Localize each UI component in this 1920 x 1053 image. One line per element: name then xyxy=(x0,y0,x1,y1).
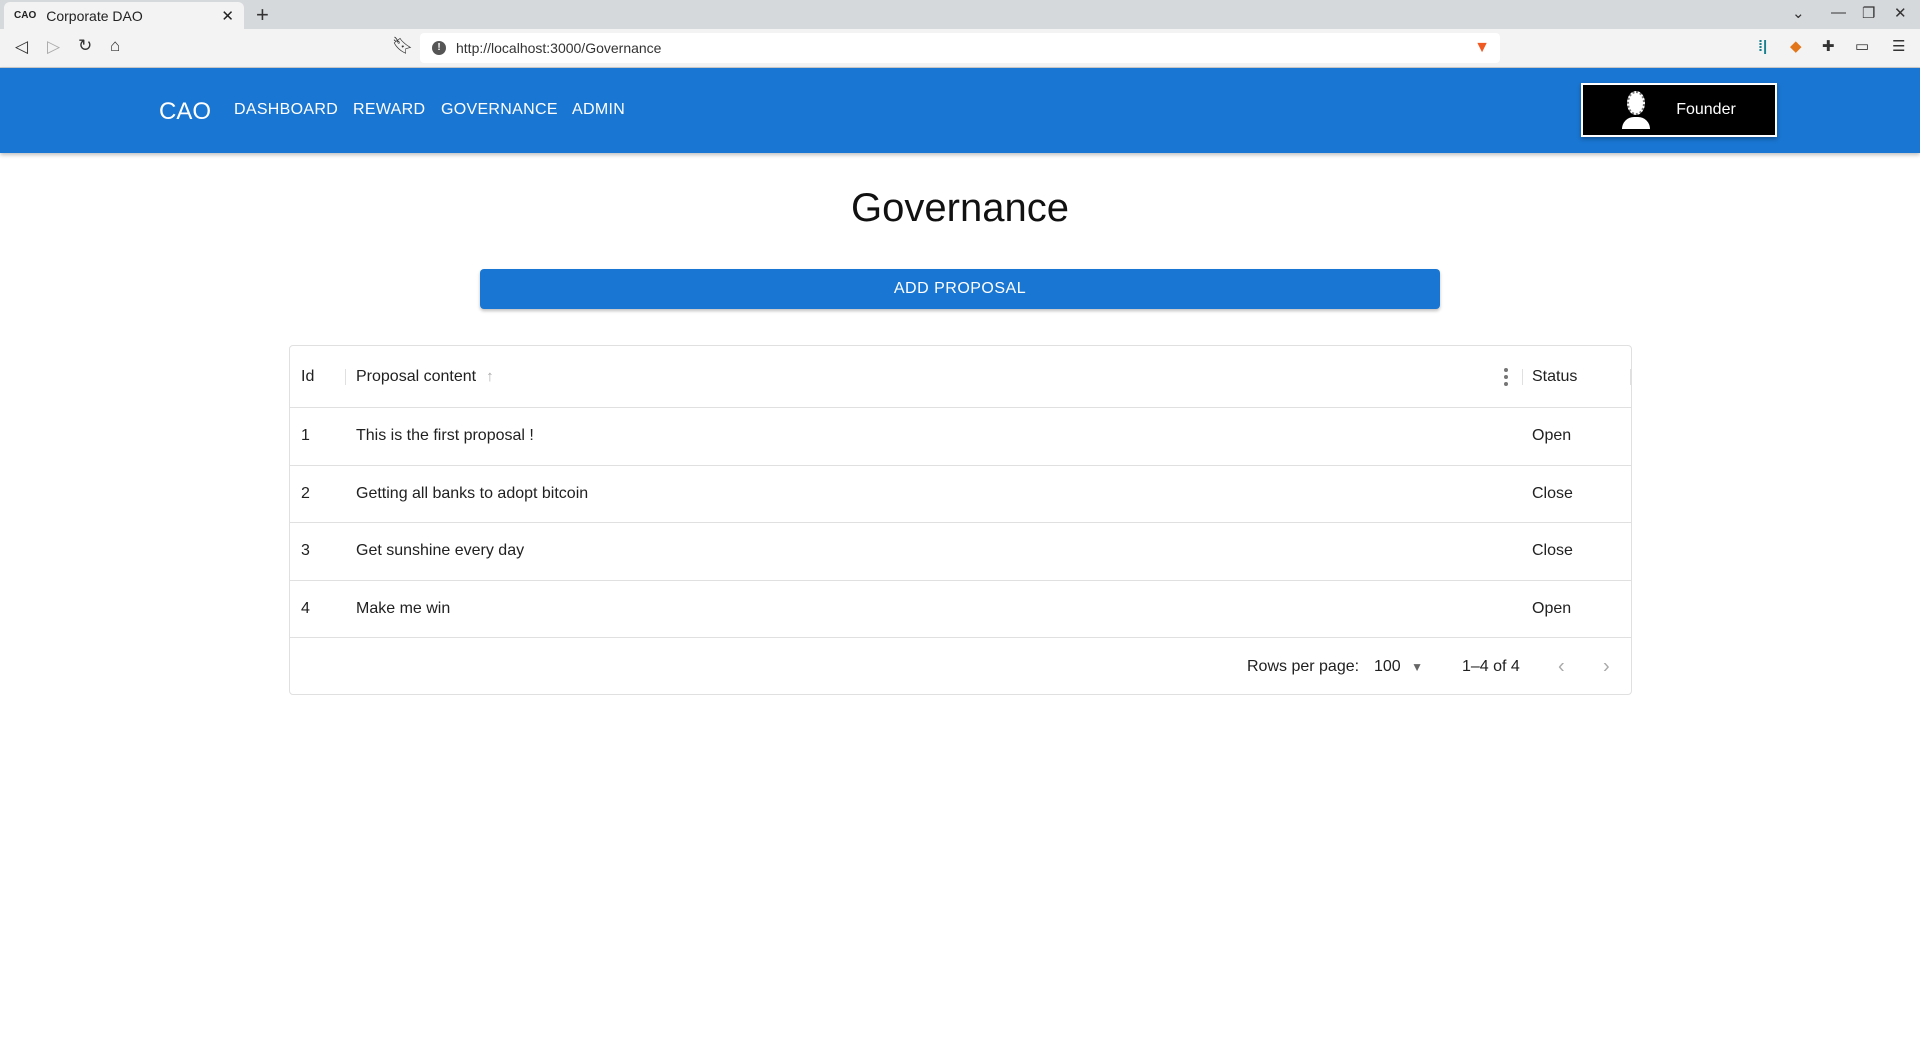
site-info-icon[interactable]: ! xyxy=(432,41,446,55)
nav-dashboard[interactable]: DASHBOARD xyxy=(234,101,338,119)
metamask-icon[interactable]: ◆ xyxy=(1790,37,1802,55)
extensions-puzzle-icon[interactable]: ✚ xyxy=(1822,37,1835,55)
pagination-range: 1–4 of 4 xyxy=(1462,657,1520,675)
account-button[interactable]: Founder xyxy=(1581,83,1777,137)
next-page-icon[interactable]: › xyxy=(1603,655,1610,678)
column-header-id[interactable]: Id xyxy=(301,368,314,386)
column-header-proposal-content[interactable]: Proposal content ↑ xyxy=(356,368,494,386)
cell-id: 1 xyxy=(301,427,310,445)
cell-content: Make me win xyxy=(356,599,451,617)
browser-toolbar: ◁ ▷ ↻ ⌂ 🔖︎ ! http://localhost:3000/Gover… xyxy=(0,29,1920,68)
proposals-table: Id Proposal content ↑ Status 1 This is th… xyxy=(289,345,1632,695)
avatar xyxy=(1622,91,1651,129)
cell-id: 2 xyxy=(301,484,310,502)
menu-icon[interactable]: ☰ xyxy=(1892,37,1905,55)
brave-shield-icon[interactable]: ▼ xyxy=(1474,39,1490,57)
restore-icon[interactable]: ❐ xyxy=(1862,4,1875,22)
nav-reward[interactable]: REWARD xyxy=(353,101,425,119)
app-bar: CAO DASHBOARD REWARD GOVERNANCE ADMIN Fo… xyxy=(0,68,1920,153)
cell-content: Get sunshine every day xyxy=(356,542,525,560)
cell-status: Close xyxy=(1532,484,1573,502)
account-label: Founder xyxy=(1676,101,1736,118)
table-footer: Rows per page: 100 ▼ 1–4 of 4 ‹ › xyxy=(290,638,1631,695)
minimize-icon[interactable]: — xyxy=(1831,4,1846,21)
nav-admin[interactable]: ADMIN xyxy=(572,101,625,119)
table-row[interactable]: 1 This is the first proposal ! Open xyxy=(290,408,1631,466)
cell-status: Open xyxy=(1532,599,1572,617)
sort-ascending-icon[interactable]: ↑ xyxy=(486,368,494,385)
app-logo[interactable]: CAO xyxy=(159,98,211,126)
rows-per-page-label: Rows per page: xyxy=(1247,657,1360,675)
forward-icon[interactable]: ▷ xyxy=(47,37,60,57)
cell-content: This is the first proposal ! xyxy=(356,427,534,445)
reload-icon[interactable]: ↻ xyxy=(78,36,92,56)
table-row[interactable]: 3 Get sunshine every day Close xyxy=(290,523,1631,581)
tab-title: Corporate DAO xyxy=(46,7,143,24)
cell-content: Getting all banks to adopt bitcoin xyxy=(356,484,589,502)
favicon-icon: CAO xyxy=(14,10,37,21)
wallet-icon[interactable]: ▭ xyxy=(1855,37,1869,55)
cell-status: Close xyxy=(1532,542,1573,560)
tab-list-chevron-icon[interactable]: ⌄ xyxy=(1792,4,1805,22)
table-row[interactable]: 2 Getting all banks to adopt bitcoin Clo… xyxy=(290,466,1631,523)
back-icon[interactable]: ◁ xyxy=(15,37,28,57)
new-tab-icon[interactable]: + xyxy=(256,2,269,28)
cell-id: 4 xyxy=(301,599,310,617)
cell-status: Open xyxy=(1532,427,1572,445)
browser-tab[interactable]: CAO Corporate DAO ✕ xyxy=(4,2,244,29)
column-separator[interactable] xyxy=(345,369,346,385)
column-header-status[interactable]: Status xyxy=(1532,368,1577,386)
column-menu-icon[interactable] xyxy=(1504,368,1508,386)
column-header-label: Proposal content xyxy=(356,367,477,385)
nav-governance[interactable]: GOVERNANCE xyxy=(441,101,558,119)
home-icon[interactable]: ⌂ xyxy=(110,36,120,56)
previous-page-icon[interactable]: ‹ xyxy=(1558,655,1565,678)
cell-id: 3 xyxy=(301,542,310,560)
column-separator[interactable] xyxy=(1522,369,1523,385)
rows-per-page-value: 100 xyxy=(1374,657,1401,675)
bookmark-icon[interactable]: 🔖︎ xyxy=(392,36,414,56)
dropdown-caret-icon: ▼ xyxy=(1411,659,1424,674)
rows-per-page-select[interactable]: 100 ▼ xyxy=(1374,658,1423,676)
extension-icon[interactable]: ⁞| xyxy=(1758,38,1767,55)
page-title: Governance xyxy=(851,186,1069,230)
address-bar[interactable]: ! http://localhost:3000/Governance ▼ xyxy=(420,33,1500,63)
close-tab-icon[interactable]: ✕ xyxy=(221,7,234,25)
table-row[interactable]: 4 Make me win Open xyxy=(290,581,1631,638)
table-header: Id Proposal content ↑ Status xyxy=(290,346,1631,408)
add-proposal-button[interactable]: ADD PROPOSAL xyxy=(480,269,1440,309)
url-text: http://localhost:3000/Governance xyxy=(456,40,662,56)
column-separator[interactable] xyxy=(1630,369,1631,385)
browser-tab-bar: CAO Corporate DAO ✕ + ⌄ — ❐ ✕ xyxy=(0,0,1920,29)
close-window-icon[interactable]: ✕ xyxy=(1894,4,1907,22)
